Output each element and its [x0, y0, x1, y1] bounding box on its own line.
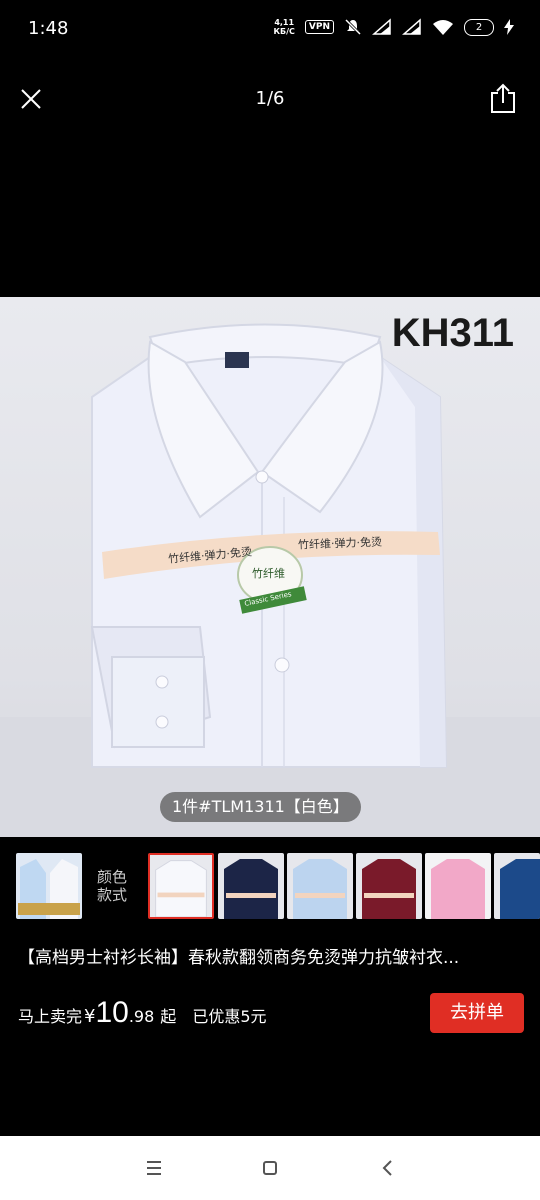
discount-text: 已优惠5元: [192, 1007, 267, 1026]
price-integer: 10: [95, 996, 129, 1029]
system-nav-bar: [0, 1136, 540, 1200]
mute-icon: [344, 18, 362, 36]
thumb-shirt-white[interactable]: [148, 853, 214, 919]
shirt-icon: [494, 853, 540, 919]
band-text-right: 竹纤维·弹力·免烫: [297, 535, 383, 552]
signal-icon: [402, 18, 421, 35]
home-square-icon[interactable]: [258, 1156, 282, 1180]
price-suffix: 起: [160, 1007, 177, 1026]
status-icons: 4,11 КБ/С VPN 2: [273, 18, 514, 36]
battery-icon: 2: [464, 18, 494, 36]
back-icon[interactable]: [376, 1156, 400, 1180]
shirt-icon: [356, 853, 422, 919]
thumbnail-strip: 颜色 款式: [0, 850, 540, 920]
thumb-shirt-navy[interactable]: [218, 853, 284, 919]
thumb-shirt-wine[interactable]: [356, 853, 422, 919]
status-bar: 1:48 4,11 КБ/С VPN 2: [0, 0, 540, 60]
promo-text: 马上卖完: [18, 1007, 83, 1026]
signal-icon: [372, 18, 391, 35]
image-caption: 1件#TLM1311【白色】: [160, 792, 361, 822]
thumb-shirt-blue[interactable]: [494, 853, 540, 919]
status-time: 1:48: [28, 18, 69, 39]
color-label-line1: 颜色: [97, 868, 128, 886]
net-speed: 4,11 КБ/С: [273, 18, 294, 36]
net-speed-value: 4,11: [274, 18, 295, 27]
wifi-icon: [433, 20, 453, 35]
price-row: 马上卖完 ¥ 10 .98 起 已优惠5元: [18, 996, 267, 1036]
battery-level: 2: [475, 21, 483, 33]
image-counter: 1/6: [255, 88, 285, 109]
model-code: KH311: [391, 311, 514, 355]
color-label-line2: 款式: [97, 886, 128, 904]
menu-icon[interactable]: [142, 1156, 166, 1180]
currency-symbol: ¥: [84, 1006, 96, 1027]
thumb-shirt-lightblue[interactable]: [287, 853, 353, 919]
shirt-icon: [425, 853, 491, 919]
shirt-icon: [16, 853, 82, 919]
shirt-icon: [150, 855, 212, 917]
thumb-shirt-pink[interactable]: [425, 853, 491, 919]
group-buy-button[interactable]: 去拼单: [430, 993, 524, 1033]
product-title[interactable]: 【高档男士衬衫长袖】春秋款翻领商务免烫弹力抗皱衬衣...: [18, 943, 528, 968]
top-nav: 1/6: [0, 70, 540, 130]
net-speed-unit: КБ/С: [273, 27, 295, 36]
charging-icon: [504, 19, 514, 35]
shirt-icon: [218, 853, 284, 919]
product-image[interactable]: KH311 竹纤维·弹力·免烫 竹纤维·弹力·免烫 竹纤维 Classic Se…: [0, 297, 540, 837]
price-decimal: .98: [128, 1007, 155, 1026]
share-icon[interactable]: [488, 82, 518, 114]
thumb-shirt-lightblue-white[interactable]: [16, 853, 82, 919]
shirt-icon: [287, 853, 353, 919]
vpn-badge: VPN: [304, 20, 334, 34]
badge-text: 竹纤维: [252, 567, 285, 580]
color-style-label: 颜色 款式: [97, 868, 127, 904]
